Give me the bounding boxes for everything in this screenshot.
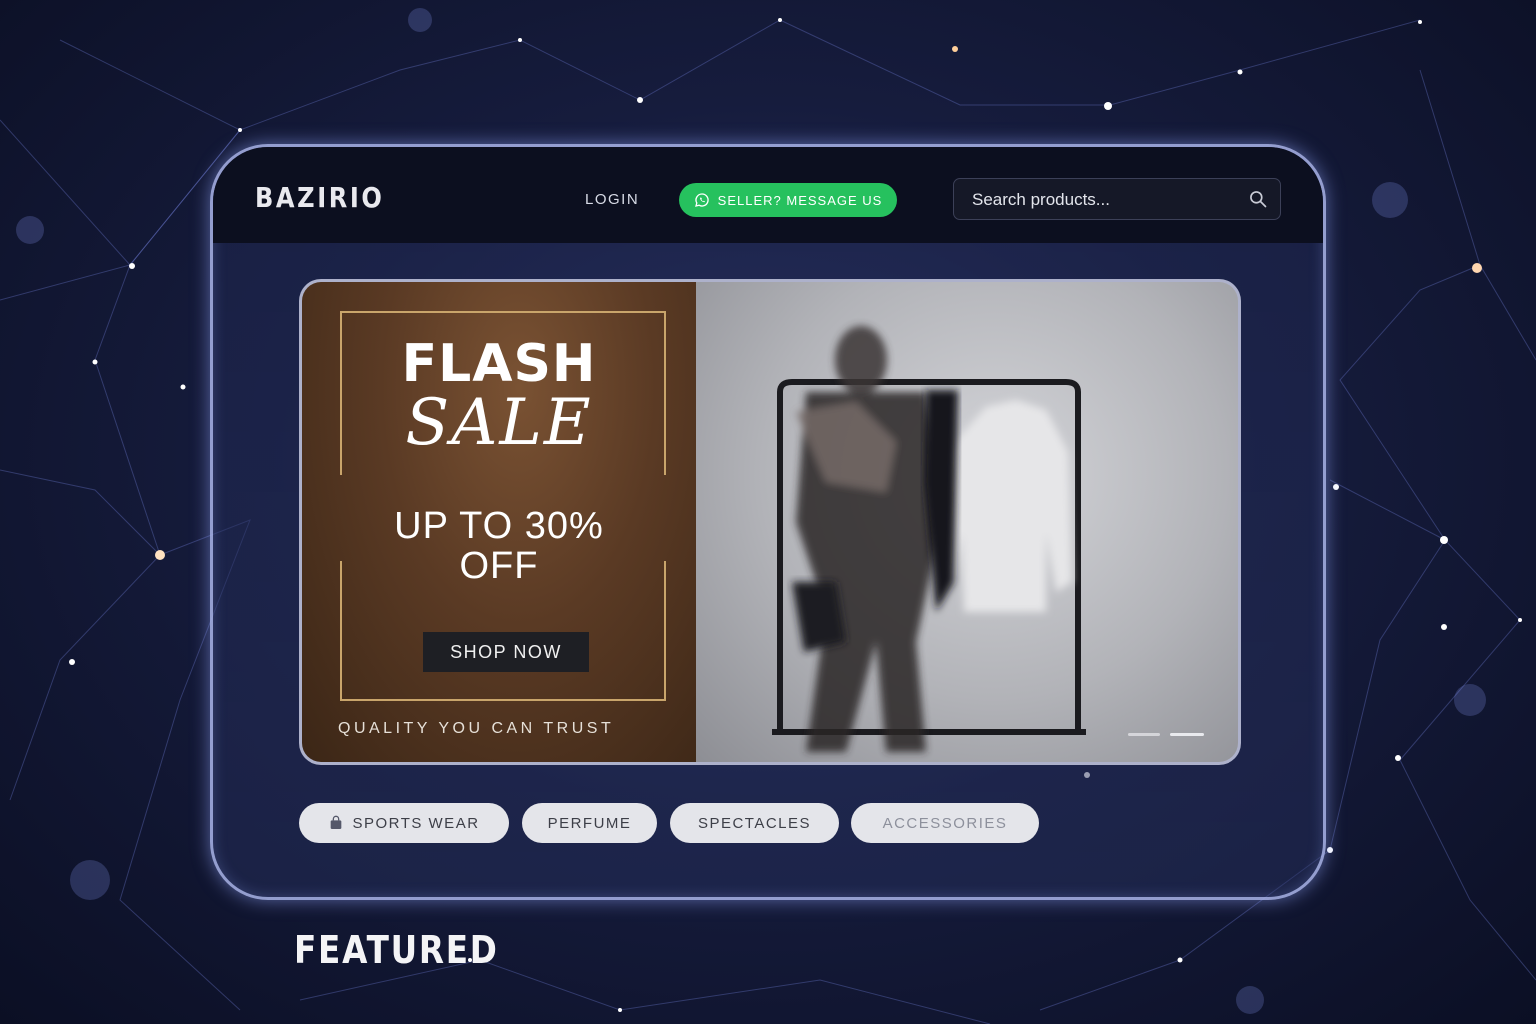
hero-banner[interactable]: FLASH SALE UP TO 30% OFF SHOP NOW QUALIT…: [299, 279, 1241, 765]
discount-line-2: OFF: [459, 545, 539, 587]
seller-message-button[interactable]: SELLER? MESSAGE US: [679, 183, 897, 217]
login-link[interactable]: LOGIN: [585, 191, 639, 208]
search-box: [953, 178, 1281, 221]
search-icon[interactable]: [1248, 189, 1268, 209]
shop-now-button[interactable]: SHOP NOW: [423, 632, 589, 672]
featured-section-title: FEATURED: [294, 928, 499, 972]
category-label: SPORTS WEAR: [352, 814, 480, 832]
carousel-dot-2[interactable]: [1170, 733, 1204, 736]
category-chip-accessories[interactable]: ACCESSORIES: [851, 803, 1039, 843]
seller-message-label: SELLER? MESSAGE US: [717, 192, 883, 208]
banner-tagline: QUALITY YOU CAN TRUST: [338, 720, 615, 737]
flash-title: FLASH: [401, 334, 597, 394]
brand-logo[interactable]: BAZIRIO: [255, 181, 384, 214]
category-chip-spectacles[interactable]: SPECTACLES: [670, 803, 839, 843]
top-navbar: BAZIRIO LOGIN SELLER? MESSAGE US: [213, 147, 1323, 243]
category-chip-sports-wear[interactable]: SPORTS WEAR: [299, 803, 509, 843]
clothing-rack-illustration: [772, 326, 1086, 752]
discount-line-1: UP TO 30%: [394, 505, 604, 547]
whatsapp-icon: [694, 193, 709, 207]
discount-text: UP TO 30% OFF: [302, 506, 696, 586]
category-chip-perfume[interactable]: PERFUME: [522, 803, 657, 843]
clothing-rack-photo: [696, 282, 1238, 762]
search-input[interactable]: [954, 179, 1254, 221]
shopping-bag-icon: [331, 815, 342, 829]
flash-sale-panel: FLASH SALE UP TO 30% OFF SHOP NOW QUALIT…: [302, 282, 696, 762]
tablet-frame: BAZIRIO LOGIN SELLER? MESSAGE US FLASH S…: [210, 144, 1326, 900]
carousel-dot-1[interactable]: [1128, 733, 1160, 736]
sale-title: SALE: [405, 386, 593, 460]
